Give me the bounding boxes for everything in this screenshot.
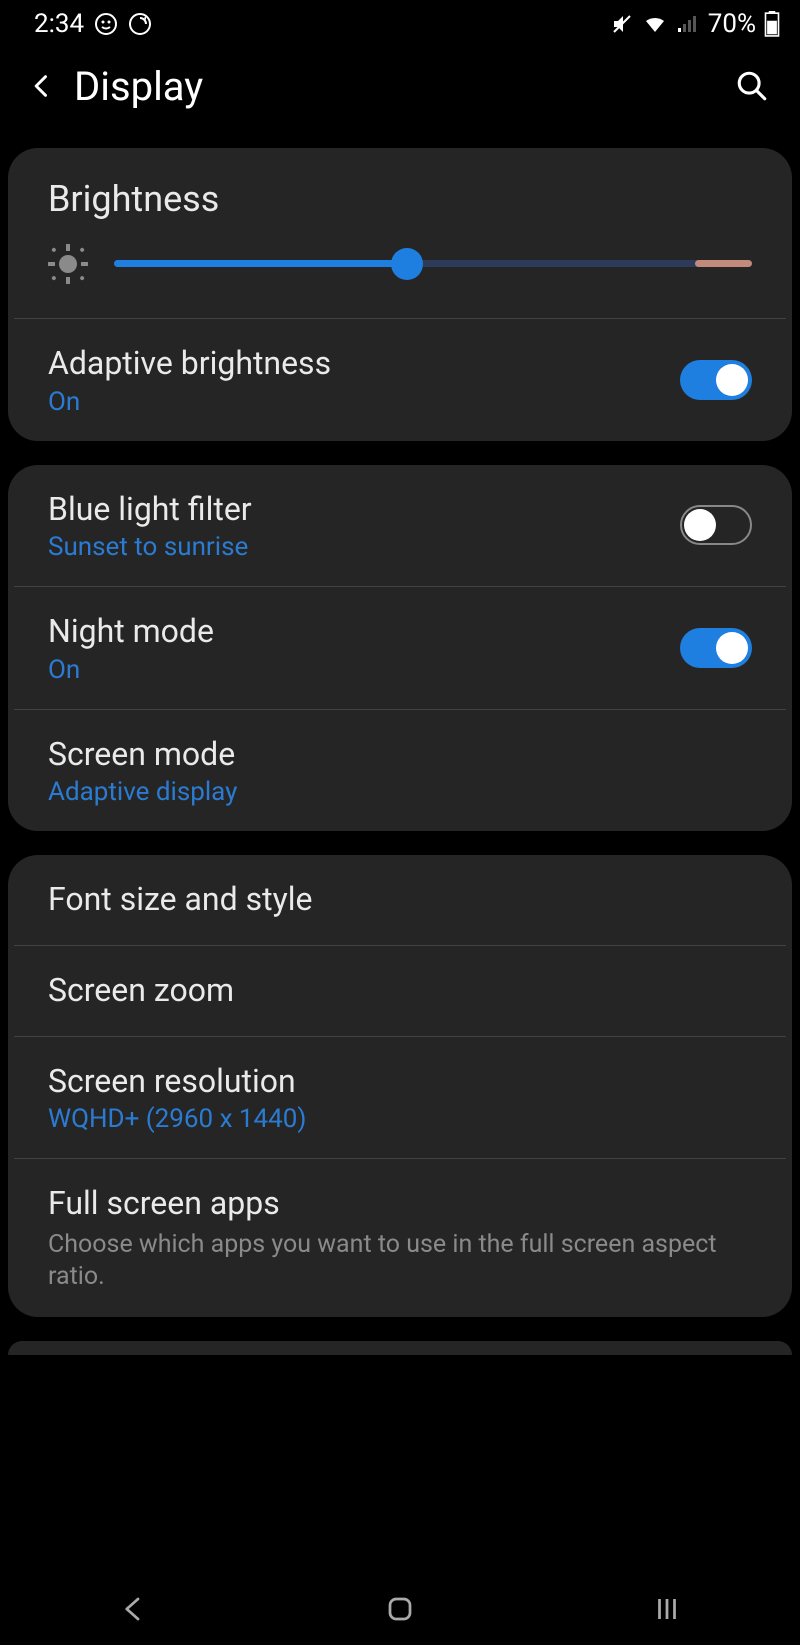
status-bar: 2:34 70% [0, 0, 800, 48]
brightness-card: Brightness Adaptive [8, 148, 792, 441]
next-card-peek [8, 1341, 792, 1355]
blue-light-toggle[interactable] [680, 505, 752, 545]
brightness-icon [48, 244, 88, 284]
night-mode-title: Night mode [48, 611, 680, 653]
brightness-label: Brightness [8, 148, 792, 244]
night-mode-row[interactable]: Night mode On [8, 587, 792, 709]
screen-zoom-row[interactable]: Screen zoom [8, 946, 792, 1036]
status-app-icon-1 [94, 12, 118, 36]
screen-resolution-title: Screen resolution [48, 1061, 752, 1103]
display-modes-card: Blue light filter Sunset to sunrise Nigh… [8, 465, 792, 832]
screen-resolution-row[interactable]: Screen resolution WQHD+ (2960 x 1440) [8, 1037, 792, 1159]
font-size-row[interactable]: Font size and style [8, 855, 792, 945]
search-button[interactable] [728, 62, 776, 110]
nav-home-button[interactable] [340, 1585, 460, 1633]
blue-light-title: Blue light filter [48, 489, 680, 531]
font-size-title: Font size and style [48, 879, 752, 921]
screen-mode-title: Screen mode [48, 734, 752, 776]
battery-icon [764, 11, 780, 37]
nav-bar [0, 1573, 800, 1645]
blue-light-row[interactable]: Blue light filter Sunset to sunrise [8, 465, 792, 587]
screen-resolution-sub: WQHD+ (2960 x 1440) [48, 1104, 752, 1134]
night-mode-sub: On [48, 655, 680, 685]
status-time: 2:34 [34, 9, 84, 39]
full-screen-apps-row[interactable]: Full screen apps Choose which apps you w… [8, 1159, 792, 1317]
nav-recents-button[interactable] [607, 1585, 727, 1633]
layout-card: Font size and style Screen zoom Screen r… [8, 855, 792, 1316]
adaptive-brightness-title: Adaptive brightness [48, 343, 680, 385]
signal-icon [676, 12, 700, 36]
mute-icon [610, 12, 634, 36]
adaptive-brightness-sub: On [48, 387, 680, 417]
page-title: Display [74, 63, 728, 110]
screen-mode-sub: Adaptive display [48, 777, 752, 807]
screen-zoom-title: Screen zoom [48, 970, 752, 1012]
status-app-icon-2 [128, 12, 152, 36]
screen-mode-row[interactable]: Screen mode Adaptive display [8, 710, 792, 832]
night-mode-toggle[interactable] [680, 628, 752, 668]
back-button[interactable] [18, 62, 66, 110]
full-screen-apps-title: Full screen apps [48, 1183, 752, 1225]
app-bar: Display [0, 48, 800, 124]
adaptive-brightness-row[interactable]: Adaptive brightness On [8, 319, 792, 441]
brightness-slider[interactable] [114, 248, 752, 280]
nav-back-button[interactable] [73, 1585, 193, 1633]
wifi-icon [642, 12, 668, 36]
full-screen-apps-sub: Choose which apps you want to use in the… [48, 1229, 752, 1293]
adaptive-brightness-toggle[interactable] [680, 360, 752, 400]
battery-text: 70% [708, 9, 756, 39]
blue-light-sub: Sunset to sunrise [48, 532, 680, 562]
